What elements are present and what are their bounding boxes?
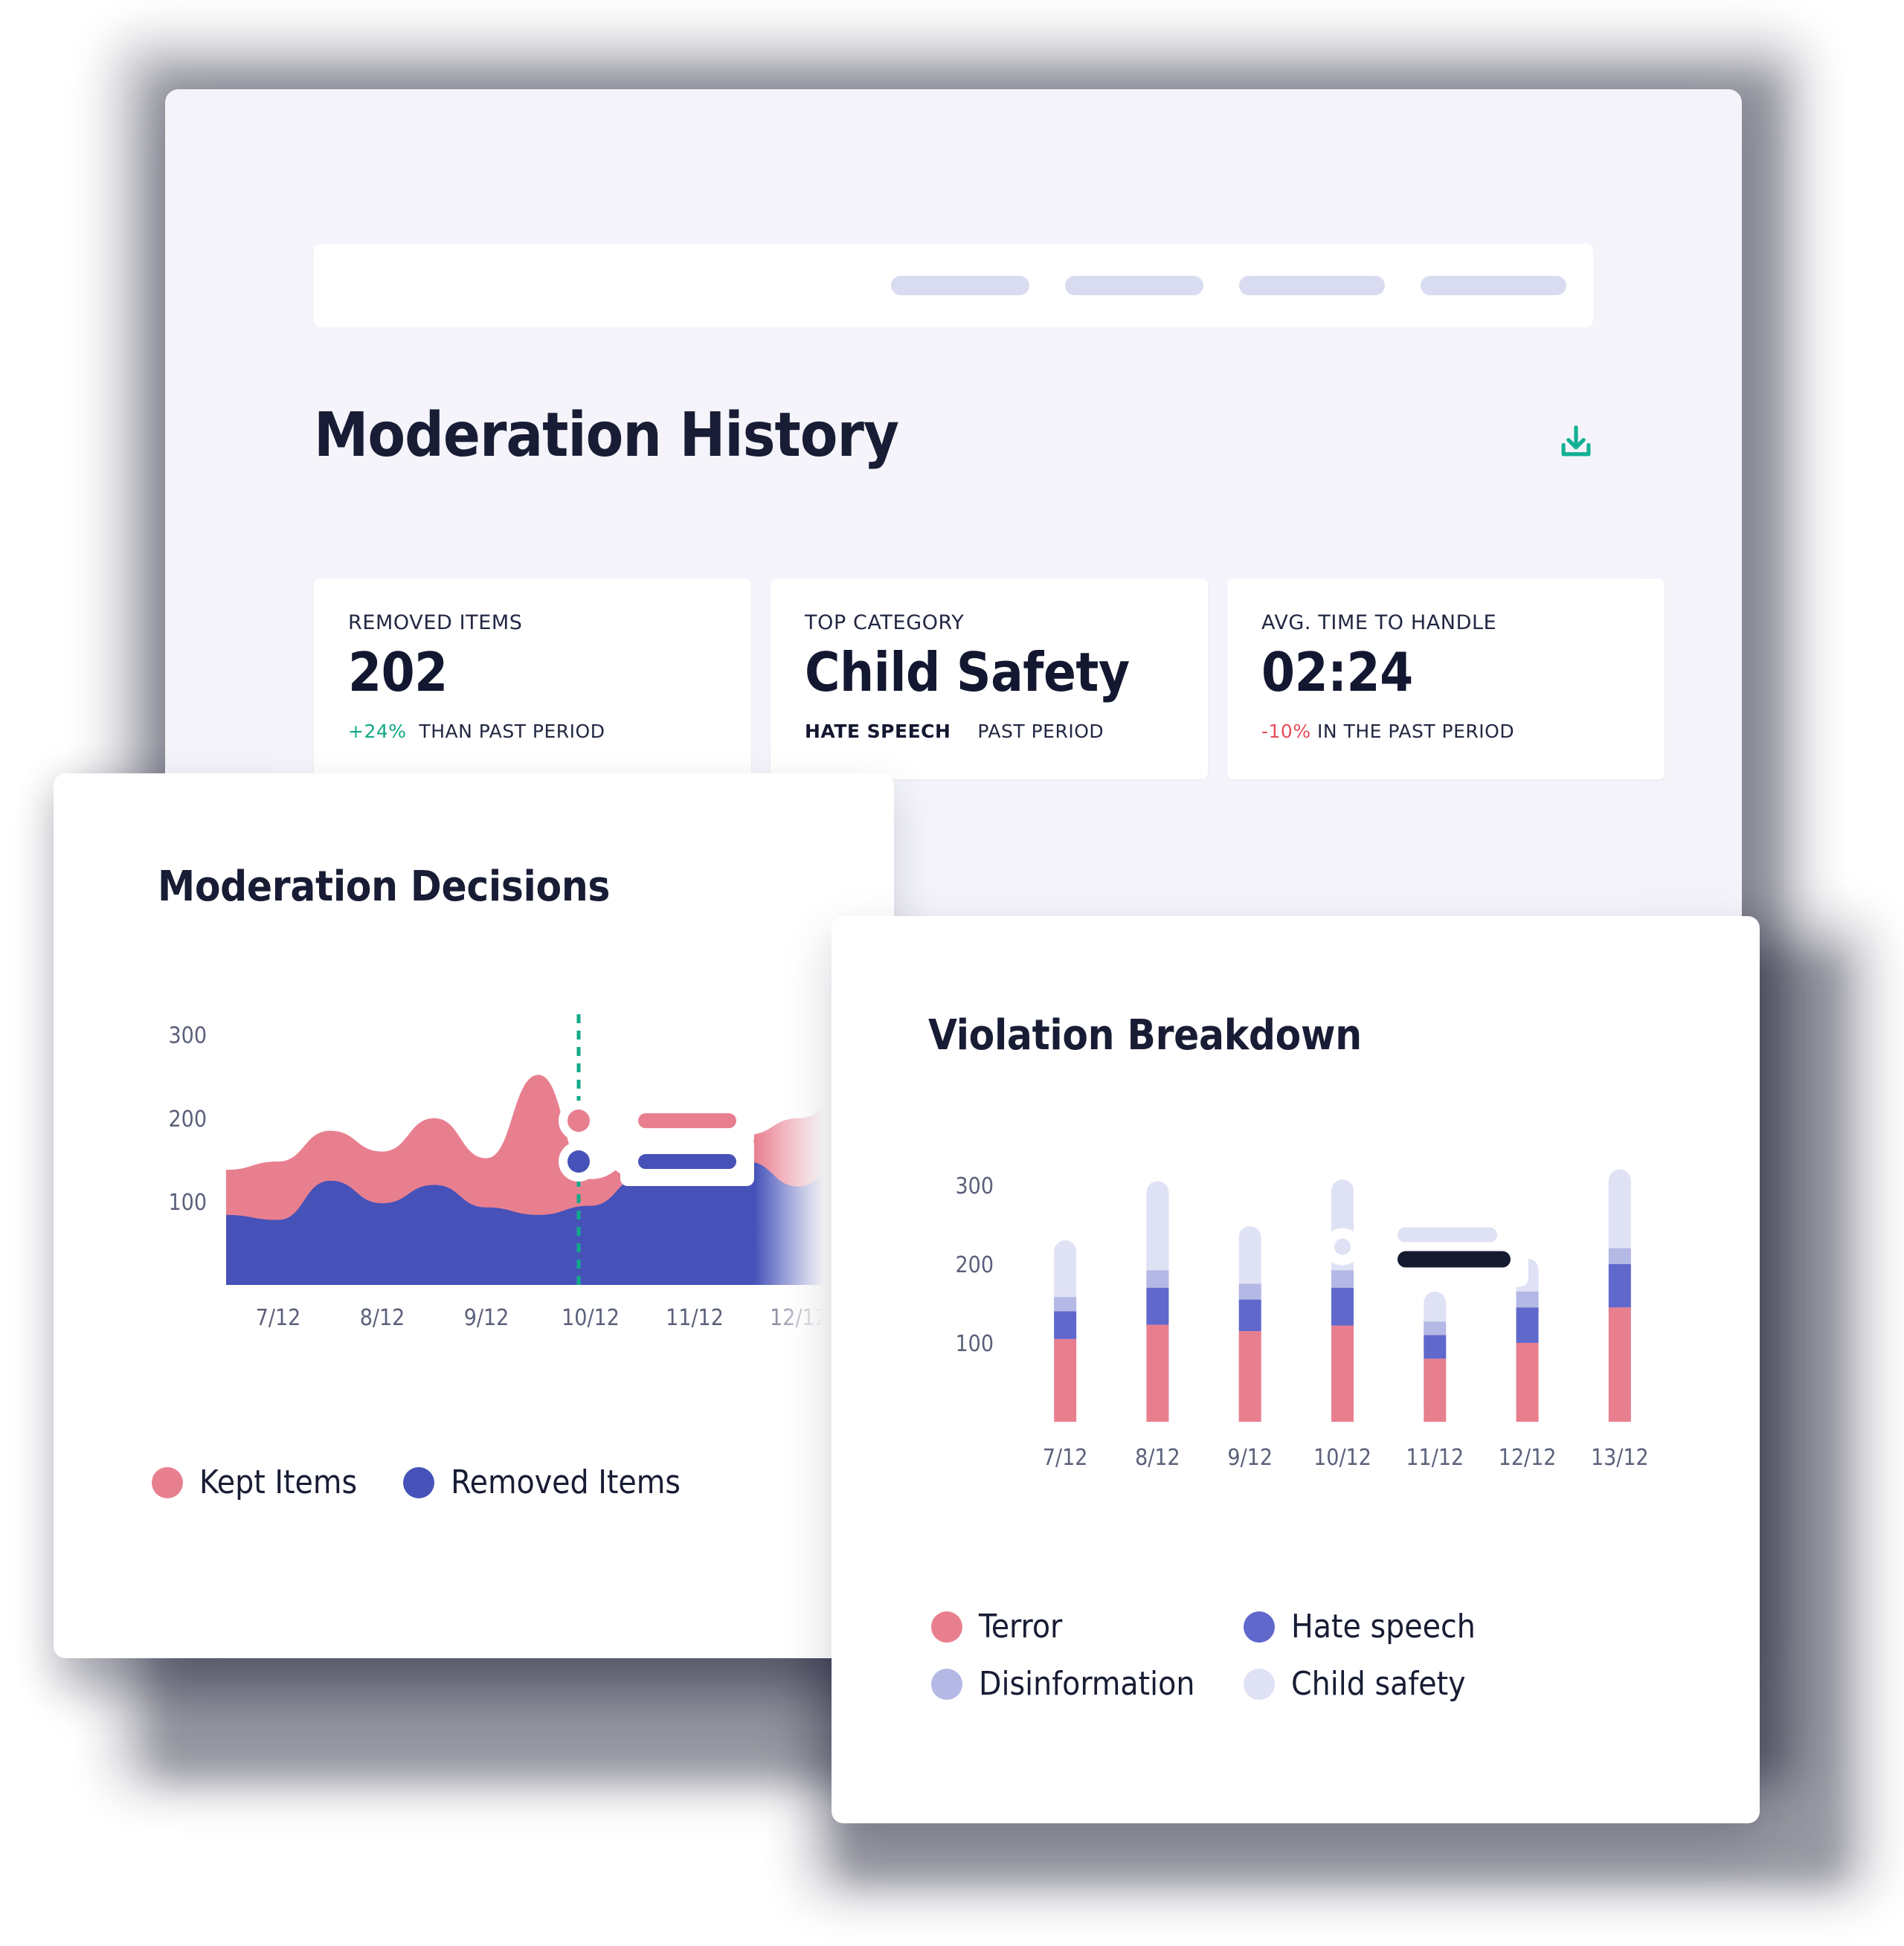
stat-value: 202 (348, 641, 448, 703)
stat-foot-text: IN THE PAST PERIOD (1317, 720, 1515, 742)
svg-text:200: 200 (168, 1106, 207, 1133)
stat-label: REMOVED ITEMS (348, 611, 523, 634)
svg-text:100: 100 (168, 1190, 207, 1216)
legend-dot-icon (403, 1466, 435, 1498)
svg-text:8/12: 8/12 (1135, 1445, 1180, 1471)
legend-item-removed-items[interactable]: Removed Items (403, 1463, 681, 1501)
area-chart-svg: 100 200 300 7/12 8/12 9/12 10/12 11/12 12/12 (168, 1014, 851, 1331)
legend-label: Kept Items (199, 1463, 358, 1501)
screenshot-root: Moderation History REMOVED ITEMS 202 +24… (0, 0, 1904, 1946)
stacked-bar-chart: 100 200 300 7/12 8/12 9/12 10/12 11/12 12/12 13/1… (922, 1139, 1666, 1496)
moderation-decisions-card: Moderation Decisions 100 200 300 7/12 8/12 9/… (54, 773, 894, 1658)
violations-panel: Violation Breakdown 100 200 300 7/12 8/12 9/1… (878, 961, 1714, 1780)
stacked-bar-chart-svg: 100 200 300 7/12 8/12 9/12 10/12 11/12 12/12 13/1… (955, 1169, 1649, 1471)
stat-value: 02:24 (1261, 641, 1413, 703)
stat-value: Child Safety (805, 641, 1130, 703)
legend-label: Terror (979, 1608, 1063, 1646)
svg-text:7/12: 7/12 (256, 1305, 301, 1331)
svg-text:12/12: 12/12 (770, 1305, 828, 1331)
svg-text:12/12: 12/12 (1499, 1445, 1557, 1471)
download-button[interactable] (1556, 422, 1596, 463)
legend-label: Removed Items (451, 1463, 681, 1501)
svg-text:11/12: 11/12 (666, 1305, 724, 1331)
legend-dot-icon (152, 1466, 183, 1498)
nav-item-placeholder-3[interactable] (1239, 276, 1385, 295)
stat-foot-text: PAST PERIOD (977, 720, 1104, 742)
nav-item-placeholder-4[interactable] (1421, 276, 1566, 295)
svg-text:10/12: 10/12 (1313, 1445, 1371, 1471)
area-chart: 100 200 300 7/12 8/12 9/12 10/12 11/12 12/12 (137, 980, 851, 1352)
stat-card-removed-items: REMOVED ITEMS 202 +24% THAN PAST PERIOD (314, 579, 751, 779)
svg-text:300: 300 (168, 1023, 207, 1049)
stat-delta: -10% (1261, 720, 1311, 742)
violations-legend: Terror Hate speech Disinformation Child … (931, 1608, 1556, 1703)
stat-delta: +24% (348, 720, 407, 742)
stat-delta: HATE SPEECH (805, 720, 951, 742)
legend-dot-icon (1244, 1668, 1275, 1700)
legend-dot-icon (931, 1611, 962, 1643)
decisions-legend: Kept Items Removed Items (152, 1463, 681, 1501)
navbar (314, 244, 1593, 327)
stat-footer: +24% THAN PAST PERIOD (348, 721, 717, 742)
legend-dot-icon (1244, 1611, 1275, 1643)
legend-item-hate-speech[interactable]: Hate speech (1244, 1608, 1556, 1646)
svg-text:100: 100 (955, 1331, 994, 1357)
nav-item-placeholder-1[interactable] (891, 276, 1029, 295)
svg-text:7/12: 7/12 (1043, 1445, 1088, 1471)
nav-item-placeholder-2[interactable] (1065, 276, 1203, 295)
legend-item-child-safety[interactable]: Child safety (1244, 1665, 1556, 1703)
svg-text:9/12: 9/12 (1227, 1445, 1273, 1471)
svg-text:11/12: 11/12 (1406, 1445, 1464, 1471)
svg-text:13/12: 13/12 (1591, 1445, 1649, 1471)
stat-card-avg-time: AVG. TIME TO HANDLE 02:24 -10% IN THE PA… (1227, 579, 1665, 779)
svg-text:200: 200 (955, 1252, 994, 1278)
legend-label: Child safety (1291, 1665, 1466, 1703)
stat-footer: HATE SPEECH PAST PERIOD (805, 721, 1174, 742)
stat-label: AVG. TIME TO HANDLE (1261, 611, 1497, 634)
legend-item-terror[interactable]: Terror (931, 1608, 1244, 1646)
svg-text:9/12: 9/12 (464, 1305, 509, 1331)
decisions-panel: Moderation Decisions 100 200 300 7/12 8/12 9/… (100, 809, 851, 1620)
svg-text:8/12: 8/12 (360, 1305, 405, 1331)
legend-dot-icon (931, 1668, 962, 1700)
stat-footer: -10% IN THE PAST PERIOD (1261, 721, 1630, 742)
stat-foot-text: THAN PAST PERIOD (419, 720, 605, 742)
page-title: Moderation History (314, 400, 899, 471)
legend-item-kept-items[interactable]: Kept Items (152, 1463, 357, 1501)
decisions-chart-title: Moderation Decisions (158, 863, 611, 911)
download-icon (1561, 425, 1591, 457)
stat-cards: REMOVED ITEMS 202 +24% THAN PAST PERIOD … (314, 579, 1665, 779)
legend-item-disinformation[interactable]: Disinformation (931, 1665, 1244, 1703)
svg-text:10/12: 10/12 (562, 1305, 620, 1331)
violations-chart-title: Violation Breakdown (928, 1011, 1362, 1060)
svg-text:300: 300 (955, 1173, 994, 1199)
legend-label: Hate speech (1291, 1608, 1476, 1646)
stat-card-top-category: TOP CATEGORY Child Safety HATE SPEECH PAS… (771, 579, 1208, 779)
stat-label: TOP CATEGORY (805, 611, 965, 634)
legend-label: Disinformation (979, 1665, 1195, 1703)
violation-breakdown-card: Violation Breakdown 100 200 300 7/12 8/12 9/1… (832, 916, 1760, 1823)
